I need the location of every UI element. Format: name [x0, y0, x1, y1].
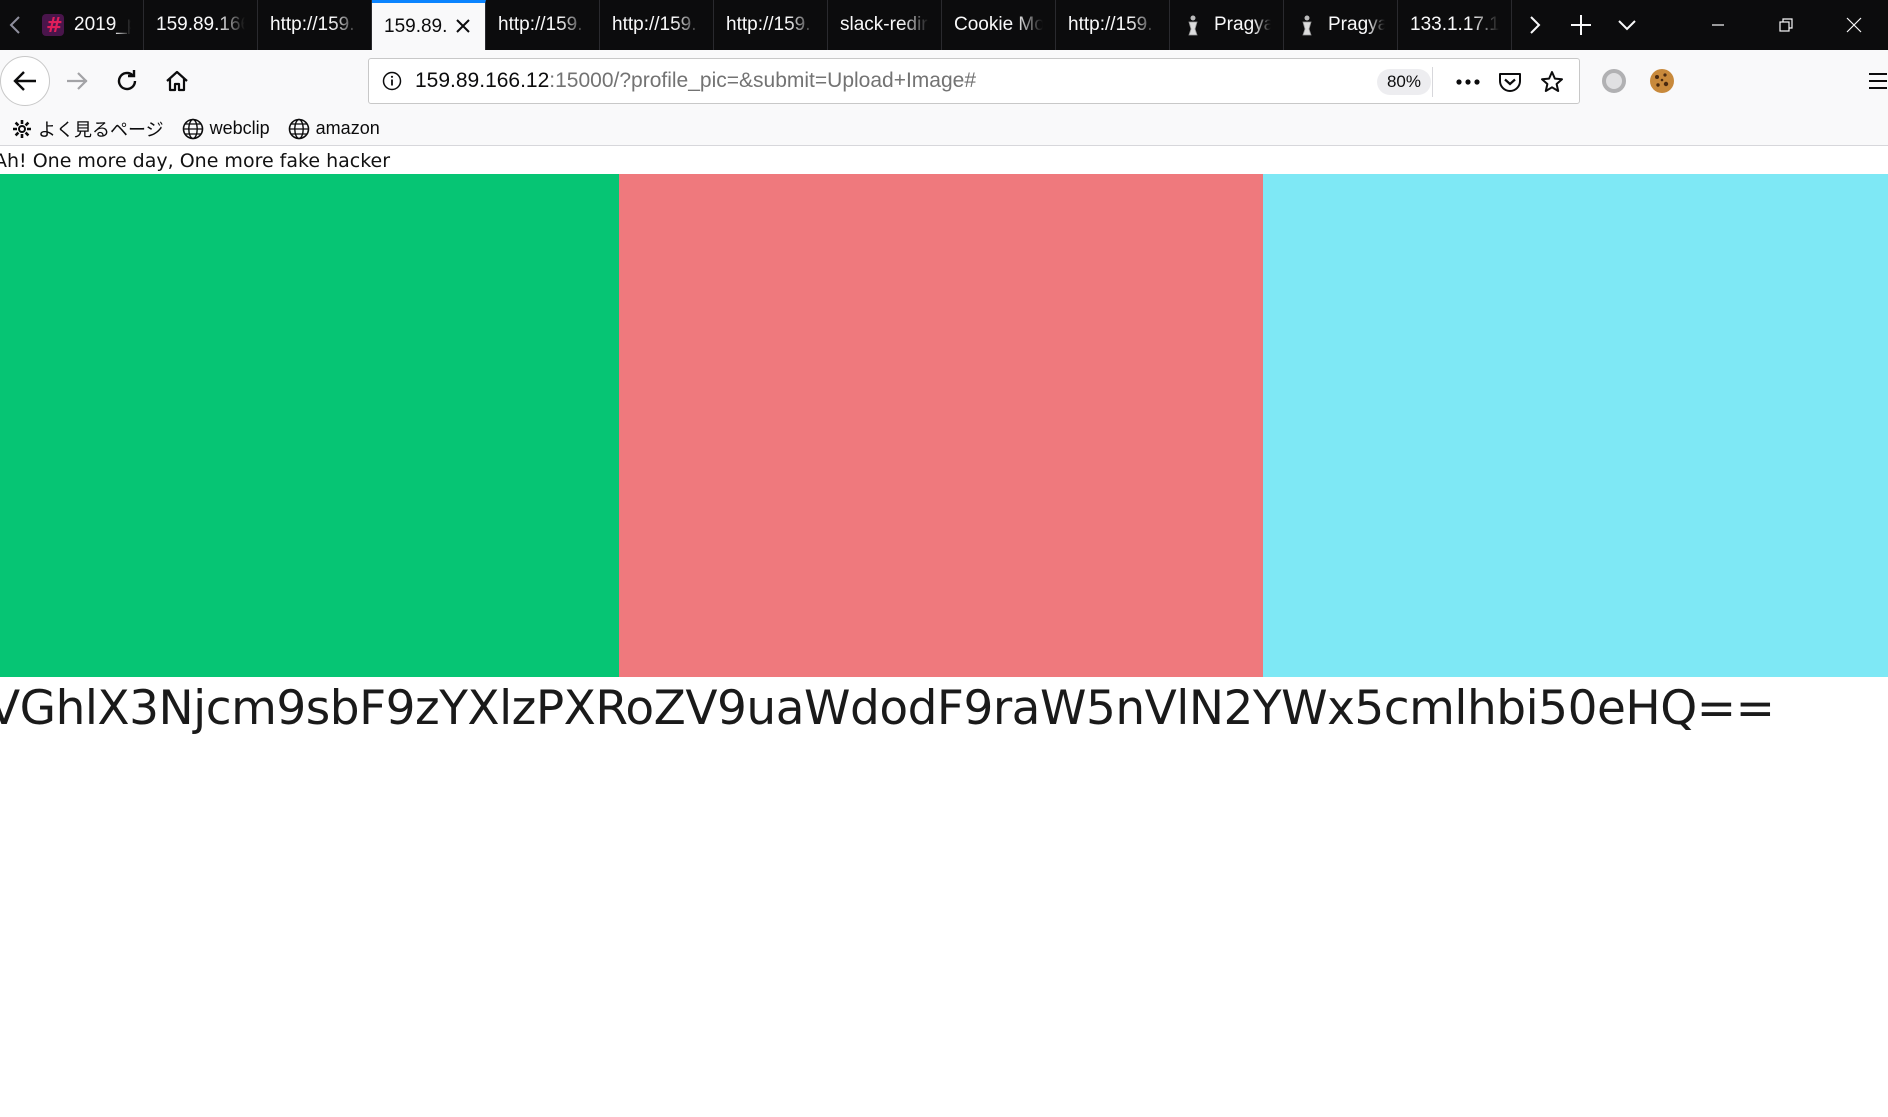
zoom-reset-button[interactable]: 80%	[1376, 69, 1431, 95]
bookmark-label: webclip	[209, 118, 270, 138]
tab-title: slack-redir	[840, 14, 928, 35]
url-actions-divider	[1432, 67, 1433, 97]
browser-tab[interactable]: 159.89.166	[144, 0, 258, 50]
cookie-icon	[1650, 69, 1674, 93]
url-bar[interactable]: 159.89.166.12:15000/?profile_pic=&submit…	[368, 58, 1580, 104]
tab-title: 159.89.166	[156, 14, 245, 35]
page-message: Ah! One more day, One more fake hacker	[0, 150, 391, 172]
page-actions-button[interactable]	[1447, 59, 1489, 105]
chevron-right-icon	[1530, 16, 1541, 34]
gear-icon	[13, 119, 31, 138]
arrow-left-icon	[13, 71, 36, 91]
hamburger-menu-icon	[1869, 73, 1887, 89]
url-text[interactable]: 159.89.166.12:15000/?profile_pic=&submit…	[415, 69, 976, 93]
list-all-tabs-button[interactable]	[1604, 0, 1650, 50]
bookmark-label: よく見るページ	[38, 119, 164, 140]
close-tab-icon[interactable]	[453, 14, 473, 40]
browser-tab[interactable]: Pragya	[1284, 0, 1398, 50]
page-content: Ah! One more day, One more fake hacker V…	[0, 147, 1888, 1117]
browser-tab[interactable]: Pragya	[1170, 0, 1284, 50]
more-horizontal-icon	[1456, 79, 1480, 85]
tab-title: http://159.	[270, 14, 355, 35]
forward-button[interactable]	[52, 56, 102, 106]
tab-title: http://159.	[726, 14, 811, 35]
tab-title: Pragya	[1214, 14, 1271, 35]
globe-icon	[288, 118, 309, 139]
tab-list: 2019_p 159.89.166 http://159. 159.89. http:/…	[30, 0, 1512, 50]
new-tab-button[interactable]	[1558, 0, 1604, 50]
browser-tab[interactable]: 133.1.17.1	[1398, 0, 1512, 50]
arrow-right-icon	[67, 72, 88, 90]
tab-strip: 2019_p 159.89.166 http://159. 159.89. http:/…	[0, 0, 1888, 50]
info-icon	[382, 71, 402, 91]
encoded-string: VGhlX3Njcm9sbF9zYXlzPXRoZV9uaWdodF9raW5n…	[0, 681, 1775, 736]
browser-tab[interactable]: http://159.	[486, 0, 600, 50]
bookmark-most-visited[interactable]: よく見るページ	[12, 116, 164, 142]
reload-icon	[117, 70, 137, 91]
minimize-icon	[1712, 24, 1724, 26]
scroll-tabs-left-button[interactable]	[0, 0, 30, 50]
bookmark-amazon[interactable]: amazon	[288, 118, 380, 140]
extension-button[interactable]	[1590, 58, 1638, 104]
browser-tab[interactable]: slack-redir	[828, 0, 942, 50]
restore-icon	[1779, 18, 1793, 32]
home-button[interactable]	[152, 56, 202, 106]
back-button[interactable]	[0, 56, 50, 106]
browser-tab[interactable]: http://159.	[600, 0, 714, 50]
reload-button[interactable]	[102, 56, 152, 106]
red-block	[619, 174, 1263, 677]
chevron-left-icon	[9, 16, 20, 34]
pragyan-icon	[1296, 14, 1318, 36]
browser-tab[interactable]: Cookie Mo	[942, 0, 1056, 50]
url-path: :15000/?profile_pic=&submit=Upload+Image…	[549, 69, 977, 92]
bookmark-label: amazon	[315, 118, 380, 138]
tab-title: 2019_p	[74, 14, 131, 35]
browser-tab[interactable]: http://159.	[1056, 0, 1170, 50]
bookmark-star-button[interactable]	[1531, 59, 1573, 105]
url-host: 159.89.166.12	[415, 69, 550, 92]
browser-tab[interactable]: 159.89.	[372, 0, 486, 50]
browser-tab[interactable]: http://159.	[258, 0, 372, 50]
bookmark-webclip[interactable]: webclip	[182, 118, 270, 140]
pocket-icon	[1499, 73, 1521, 92]
chevron-down-icon	[1618, 20, 1636, 31]
tab-title: 159.89.	[384, 15, 448, 37]
tab-title: http://159.	[1068, 14, 1153, 35]
slack-icon	[42, 13, 64, 37]
tab-title: 133.1.17.1	[1410, 14, 1499, 35]
browser-tab[interactable]: http://159.	[714, 0, 828, 50]
pragyan-icon	[1182, 14, 1204, 36]
globe-icon	[182, 118, 203, 139]
star-icon	[1541, 71, 1563, 92]
tab-title: Cookie Mo	[954, 14, 1043, 35]
color-blocks	[0, 174, 1888, 677]
browser-tab[interactable]: 2019_p	[30, 0, 144, 50]
restore-button[interactable]	[1752, 0, 1820, 50]
plus-icon	[1571, 15, 1591, 35]
tab-title: Pragya	[1328, 14, 1385, 35]
open-menu-button[interactable]	[1858, 58, 1888, 104]
home-icon	[166, 70, 188, 92]
tab-title: http://159.	[498, 14, 583, 35]
close-window-button[interactable]	[1820, 0, 1888, 50]
cyan-block	[1263, 174, 1888, 677]
site-info-button[interactable]	[369, 71, 415, 91]
close-icon	[1846, 17, 1862, 33]
bookmarks-toolbar: よく見るページ webclip amazon	[0, 112, 1888, 146]
navigation-toolbar: 159.89.166.12:15000/?profile_pic=&submit…	[0, 50, 1888, 112]
cookie-manager-button[interactable]	[1638, 58, 1686, 104]
pocket-button[interactable]	[1489, 59, 1531, 105]
scroll-tabs-right-button[interactable]	[1512, 0, 1558, 50]
minimize-button[interactable]	[1684, 0, 1752, 50]
extension-circle-icon	[1602, 69, 1626, 93]
tab-title: http://159.	[612, 14, 697, 35]
green-block	[0, 174, 619, 677]
